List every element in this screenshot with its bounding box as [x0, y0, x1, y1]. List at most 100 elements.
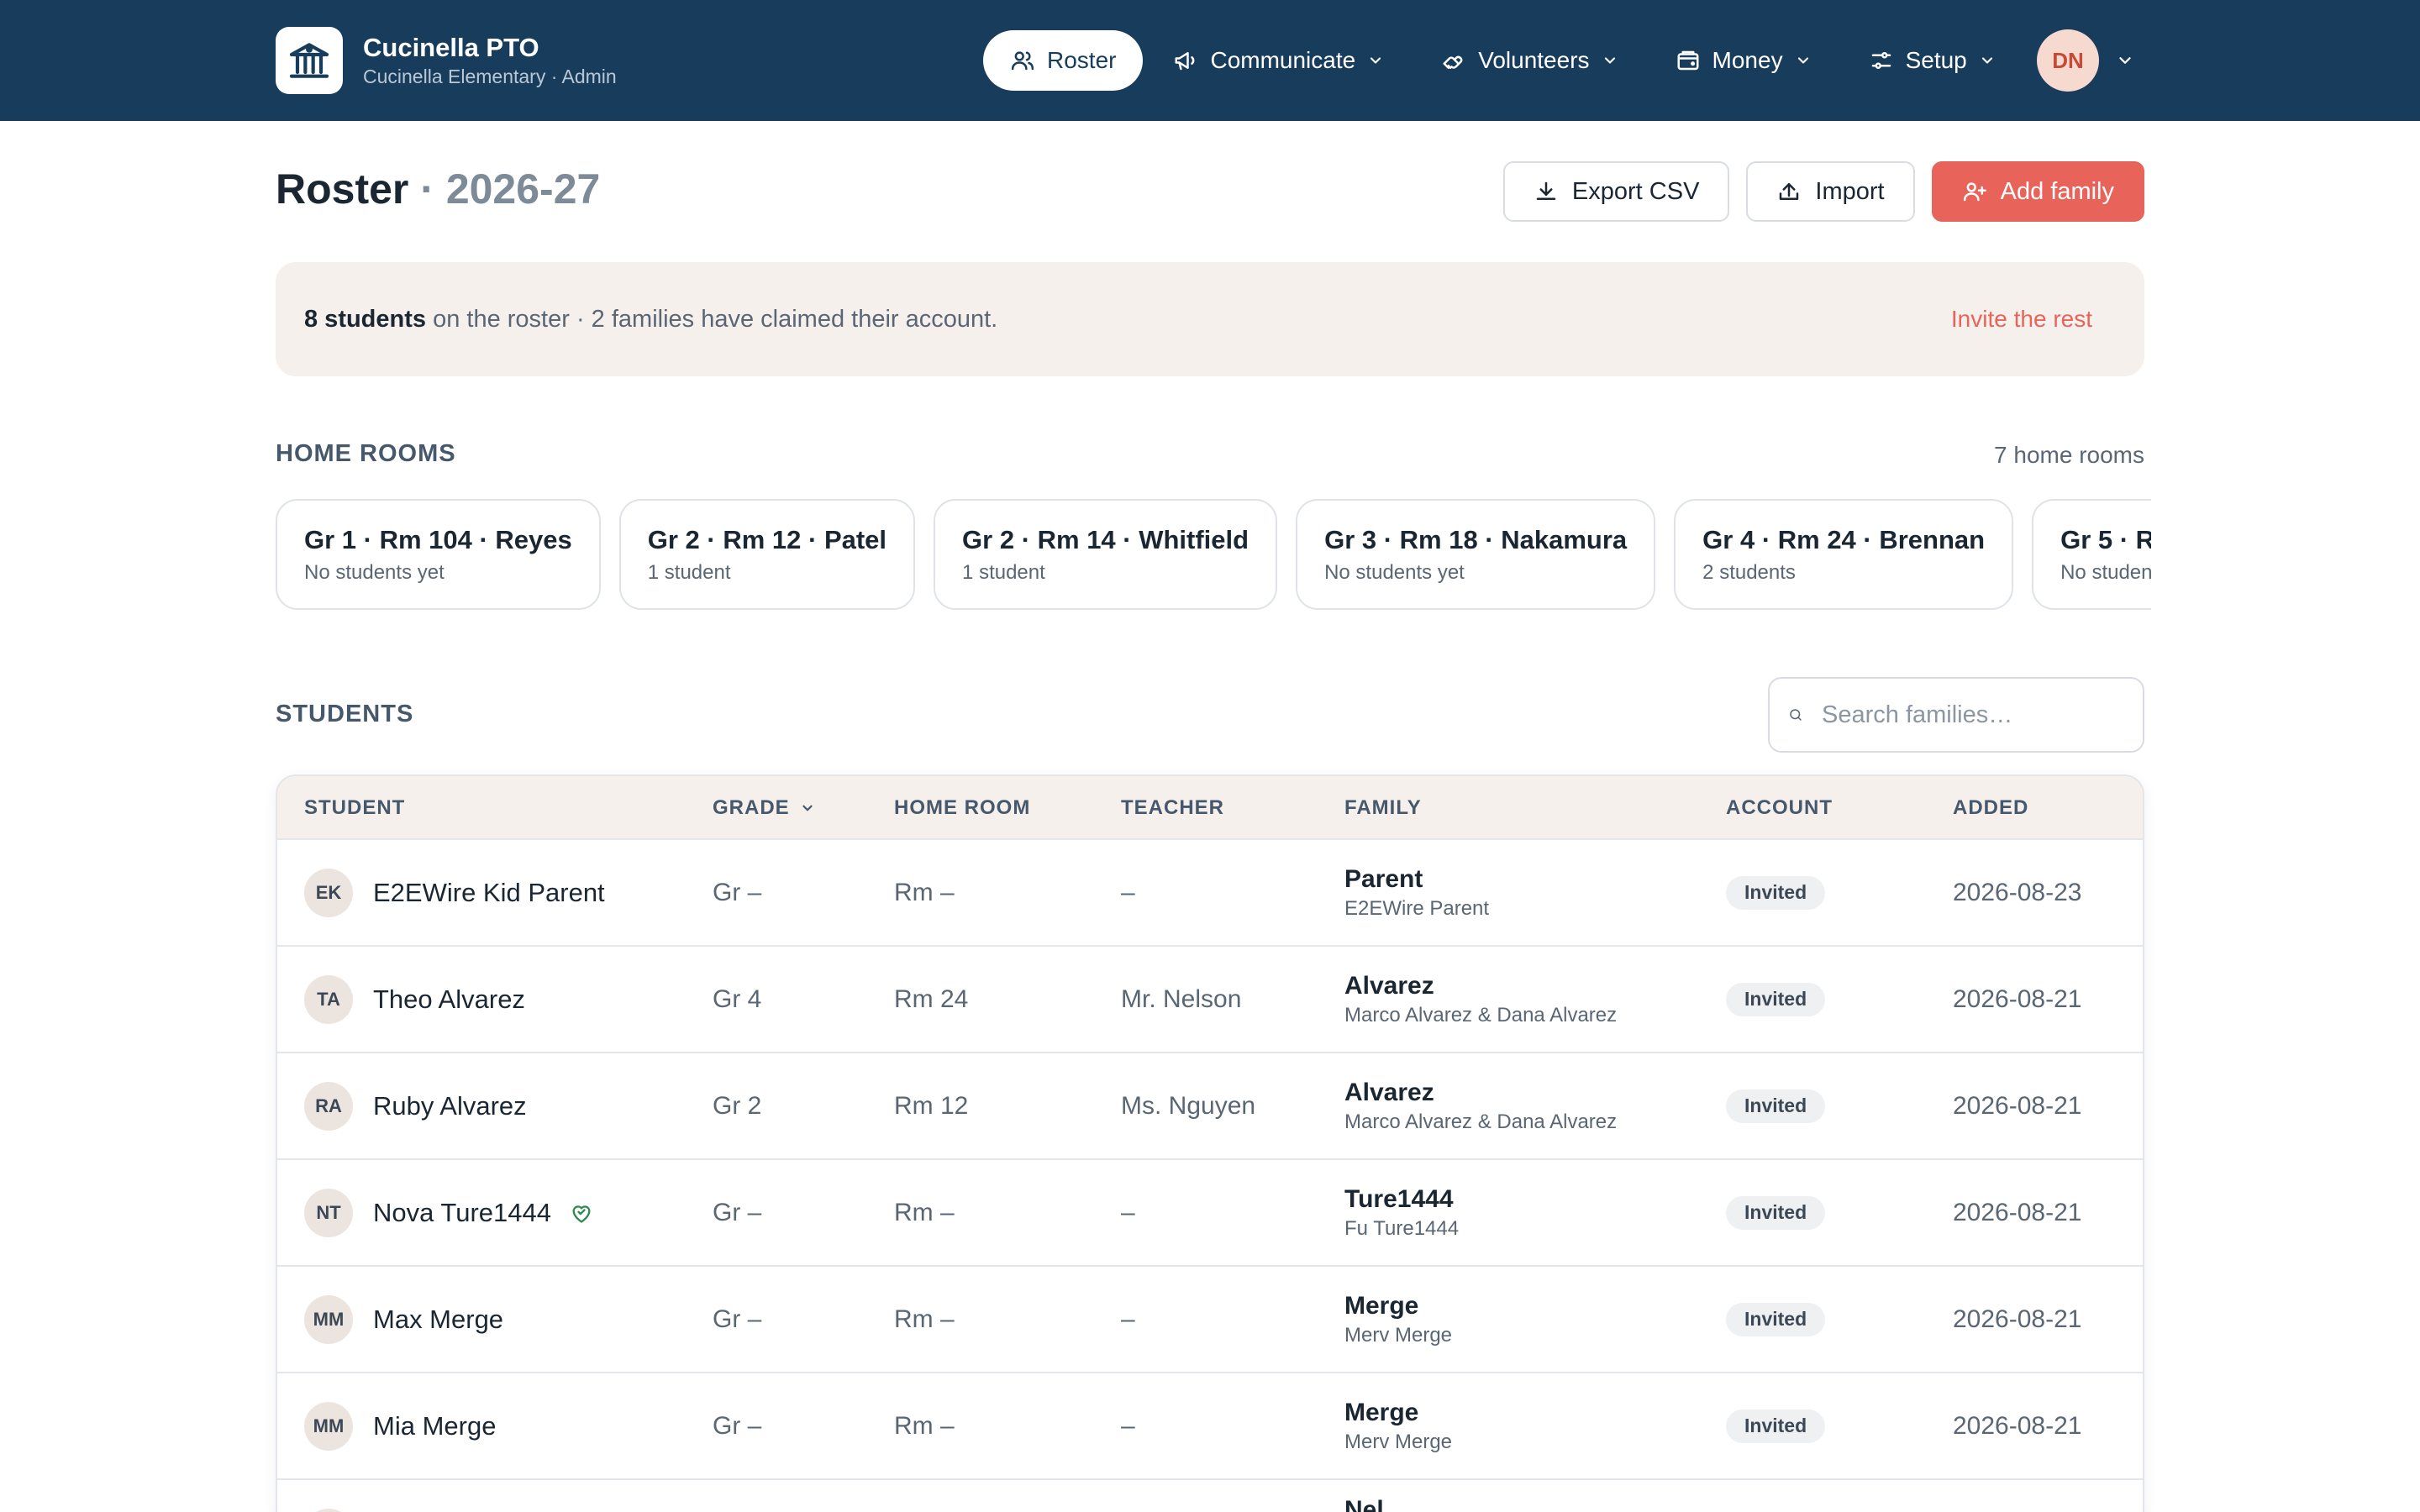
family-cell: Merge Merv Merge	[1344, 1267, 1452, 1372]
home-room-card[interactable]: Gr 4 · Rm 24 · Brennan 2 students	[1674, 499, 2014, 610]
download-icon	[1536, 181, 1556, 200]
home-room-card[interactable]: Gr 5 · Rm 2 No students yet	[2032, 499, 2151, 610]
student-name[interactable]: Nova Ture1444	[373, 1198, 551, 1228]
nav-volunteers-label: Volunteers	[1478, 47, 1590, 73]
added-cell: 2026-08-23	[1953, 878, 2082, 906]
nav-roster-label: Roster	[1047, 47, 1117, 73]
student-initials: MM	[304, 1401, 353, 1451]
student-name[interactable]: Mia Merge	[373, 1411, 496, 1441]
grade-cell: Gr –	[713, 878, 762, 906]
col-added[interactable]: ADDED	[1953, 776, 2028, 840]
family-parents: Merv Merge	[1344, 1323, 1453, 1347]
teacher-cell: –	[1121, 878, 1135, 906]
table-row[interactable]: NT Nova Ture1444 Gr – Rm – – Ture1444 Fu T…	[277, 1160, 2143, 1267]
col-student[interactable]: STUDENT	[304, 776, 405, 840]
home-room-card[interactable]: Gr 3 · Rm 18 · Nakamura No students yet	[1296, 499, 1656, 610]
brand-subtitle: Cucinella Elementary · Admin	[363, 66, 617, 87]
nav-money-label: Money	[1712, 47, 1783, 73]
nav-money[interactable]: Money	[1649, 30, 1839, 91]
banner-text: 8 students on the roster · 2 families ha…	[304, 306, 997, 333]
family-name[interactable]: Ture1444	[1344, 1184, 1454, 1215]
home-room-count: 2 students	[1702, 561, 1796, 584]
col-account[interactable]: ACCOUNT	[1726, 776, 1833, 840]
table-row[interactable]: EK E2EWire Kid Parent Gr – Rm – – Parent E…	[277, 840, 2143, 947]
added-cell: 2026-08-21	[1953, 1091, 2082, 1120]
table-row[interactable]: RA Ruby Alvarez Gr 2 Rm 12 Ms. Nguyen Alv…	[277, 1053, 2143, 1160]
avatar: DN	[2037, 29, 2099, 92]
family-name[interactable]: Merge	[1344, 1397, 1418, 1429]
family-cell: Nel	[1344, 1480, 1384, 1512]
added-cell: 2026-08-21	[1953, 1305, 2082, 1333]
teacher-cell: Mr. Nelson	[1121, 984, 1242, 1013]
col-home-room[interactable]: HOME ROOM	[894, 776, 1030, 840]
chevron-down-icon	[1797, 57, 1808, 64]
nav-roster[interactable]: Roster	[983, 30, 1144, 91]
family-name[interactable]: Alvarez	[1344, 970, 1434, 1002]
family-name[interactable]: Nel	[1344, 1494, 1384, 1512]
student-name[interactable]: Max Merge	[373, 1305, 503, 1335]
col-teacher[interactable]: TEACHER	[1121, 776, 1224, 840]
student-cell	[304, 1480, 373, 1512]
wallet-icon	[1677, 50, 1699, 71]
main-nav: Roster Communicate Volunteers Money Setu…	[983, 30, 2026, 91]
home-room-card[interactable]: Gr 1 · Rm 104 · Reyes No students yet	[276, 499, 601, 610]
table-row[interactable]: TA Theo Alvarez Gr 4 Rm 24 Mr. Nelson Alv…	[277, 947, 2143, 1053]
home-room-count: No students yet	[1324, 561, 1465, 584]
table-row[interactable]: Nel	[277, 1480, 2143, 1512]
grade-cell: Gr 2	[713, 1091, 762, 1120]
table-header: STUDENT GRADE HOME ROOM TEACHER FAMILY A…	[277, 776, 2143, 840]
table-row[interactable]: MM Mia Merge Gr – Rm – – Merge Merv Merge …	[277, 1373, 2143, 1480]
search-input[interactable]	[1822, 701, 2124, 729]
school-logo-icon	[276, 27, 343, 94]
chevron-down-icon	[1604, 57, 1615, 64]
nav-volunteers[interactable]: Volunteers	[1414, 30, 1644, 91]
user-menu[interactable]: DN	[2037, 29, 2134, 92]
search-field[interactable]	[1768, 677, 2144, 753]
status-badge: Invited	[1726, 875, 1826, 910]
family-parents: Marco Alvarez & Dana Alvarez	[1344, 1110, 1618, 1133]
grade-cell: Gr –	[713, 1198, 762, 1226]
account-cell: Invited	[1726, 1160, 1826, 1265]
import-button[interactable]: Import	[1746, 161, 1915, 222]
grade-cell: Gr –	[713, 1305, 762, 1333]
home-rooms-strip[interactable]: Gr 1 · Rm 104 · Reyes No students yet Gr…	[276, 499, 2151, 610]
student-name[interactable]: Theo Alvarez	[373, 984, 525, 1015]
add-family-button[interactable]: Add family	[1931, 161, 2144, 222]
search-icon	[1790, 709, 1802, 721]
table-row[interactable]: MM Max Merge Gr – Rm – – Merge Merv Merge …	[277, 1267, 2143, 1373]
student-name[interactable]: Ruby Alvarez	[373, 1091, 527, 1121]
export-csv-button[interactable]: Export CSV	[1502, 161, 1730, 222]
student-cell: MM Mia Merge	[304, 1373, 496, 1478]
shield-heart-icon	[572, 1205, 591, 1223]
home-rooms-count: 7 home rooms	[1994, 442, 2144, 468]
teacher-cell: –	[1121, 1411, 1135, 1440]
home-room-title: Gr 2 · Rm 14 · Whitfield	[962, 525, 1249, 554]
invite-rest-link[interactable]: Invite the rest	[1951, 306, 2092, 333]
family-parents: Merv Merge	[1344, 1430, 1453, 1453]
student-initials	[304, 1508, 353, 1512]
page-title: Roster · 2026-27	[276, 161, 600, 217]
family-name[interactable]: Merge	[1344, 1290, 1418, 1322]
family-name[interactable]: Alvarez	[1344, 1077, 1434, 1109]
home-room-card[interactable]: Gr 2 · Rm 14 · Whitfield 1 student	[934, 499, 1278, 610]
nav-setup[interactable]: Setup	[1842, 30, 2023, 91]
nav-communicate[interactable]: Communicate	[1146, 30, 1411, 91]
account-cell: Invited	[1726, 1373, 1826, 1478]
family-name[interactable]: Parent	[1344, 864, 1423, 895]
chevron-down-icon	[1981, 57, 1992, 64]
col-grade-label: GRADE	[713, 796, 790, 819]
title-separator: ·	[408, 165, 446, 213]
col-family[interactable]: FAMILY	[1344, 776, 1422, 840]
student-initials: MM	[304, 1294, 353, 1344]
student-count: 8 students	[304, 305, 427, 333]
student-name[interactable]: E2EWire Kid Parent	[373, 878, 605, 908]
sliders-icon	[1871, 52, 1891, 69]
teacher-cell: –	[1121, 1198, 1135, 1226]
home-room-card[interactable]: Gr 2 · Rm 12 · Patel 1 student	[618, 499, 916, 610]
brand-name: Cucinella PTO	[363, 33, 539, 62]
megaphone-icon	[1175, 52, 1195, 71]
account-cell: Invited	[1726, 1267, 1826, 1372]
user-plus-icon	[1963, 182, 1986, 202]
brand[interactable]: Cucinella PTO Cucinella Elementary · Adm…	[276, 27, 617, 94]
col-grade[interactable]: GRADE	[713, 776, 815, 840]
